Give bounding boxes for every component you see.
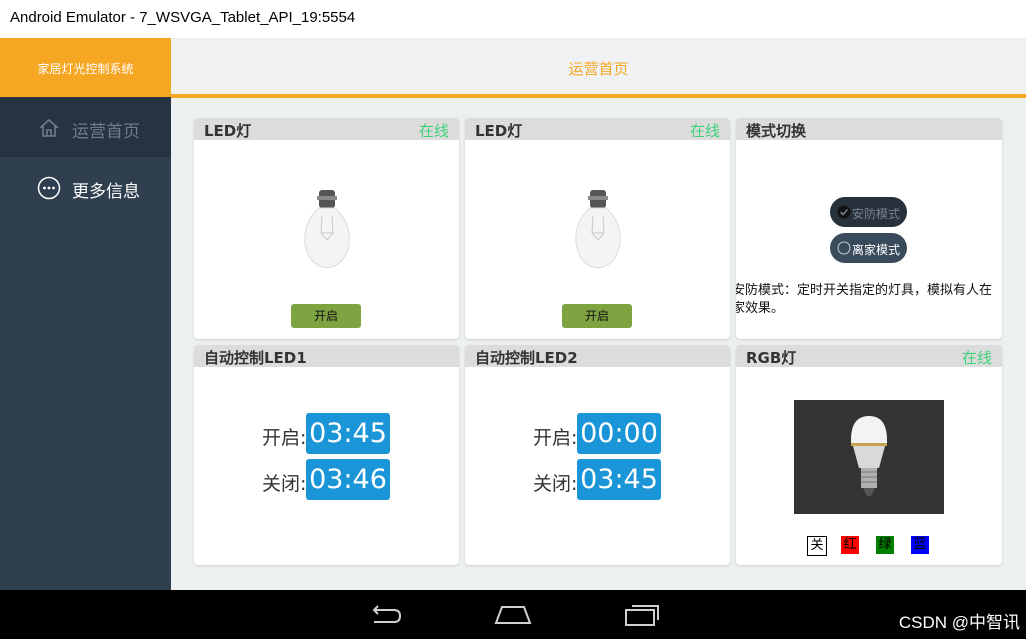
on-time-value[interactable]: 00:00 <box>577 413 661 454</box>
card-title: 模式切换 <box>746 122 807 140</box>
card-header: 自动控制LED2 <box>465 345 730 367</box>
sidebar-item-more[interactable]: 更多信息 <box>0 157 171 217</box>
sidebar: 运营首页 更多信息 <box>0 97 171 590</box>
mode-card: 模式切换 安防模式 离家模式 安防模式：定时开关指定的灯具，模拟有人在家效果。 <box>736 118 1002 339</box>
off-time-value[interactable]: 03:45 <box>577 459 661 500</box>
security-mode-option[interactable]: 安防模式 <box>830 197 907 227</box>
card-header: 模式切换 <box>736 118 1002 140</box>
back-icon[interactable] <box>368 604 402 626</box>
rgb-card: RGB灯 在线 <box>736 345 1002 565</box>
page-title: 运营首页 <box>568 60 629 78</box>
on-time-label: 开启: <box>262 427 307 449</box>
app-header: 运营首页 <box>171 38 1026 94</box>
on-time-value[interactable]: 03:45 <box>306 413 390 454</box>
home-icon <box>39 118 59 137</box>
sidebar-item-label: 运营首页 <box>72 122 140 142</box>
card-title: LED灯 <box>475 122 523 140</box>
rgb-bulb-image <box>794 400 944 514</box>
rgb-green-button[interactable]: 绿 <box>876 536 894 554</box>
led-card-1: LED灯 在线 开启 <box>194 118 459 339</box>
window-title: Android Emulator - 7_WSVGA_Tablet_API_19… <box>10 9 356 26</box>
card-header: LED灯 在线 <box>194 118 459 140</box>
mode-description: 安防模式：定时开关指定的灯具，模拟有人在家效果。 <box>736 283 993 316</box>
away-mode-option[interactable]: 离家模式 <box>830 233 907 263</box>
off-time-label: 关闭: <box>262 473 307 495</box>
away-mode-label: 离家模式 <box>852 243 901 257</box>
led2-on-button[interactable]: 开启 <box>562 304 632 328</box>
card-header: 自动控制LED1 <box>194 345 459 367</box>
card-title: LED灯 <box>204 122 252 140</box>
rgb-red-button[interactable]: 红 <box>841 536 859 554</box>
bulb-icon <box>851 416 887 496</box>
auto-led2-card: 自动控制LED2 开启: 00:00 关闭: 03:45 <box>465 345 730 565</box>
sidebar-item-label: 更多信息 <box>72 182 140 202</box>
check-circle-icon <box>837 205 851 219</box>
home-nav-icon[interactable] <box>494 603 532 625</box>
status-badge: 在线 <box>689 122 720 140</box>
card-title: 自动控制LED2 <box>475 349 578 367</box>
card-title: RGB灯 <box>746 349 797 367</box>
watermark: CSDN @中智讯 <box>898 613 1020 632</box>
auto-led1-card: 自动控制LED1 开启: 03:45 关闭: 03:46 <box>194 345 459 565</box>
sidebar-item-home[interactable]: 运营首页 <box>0 97 171 157</box>
bulb-off-icon <box>575 190 621 269</box>
android-nav-bar: CSDN @中智讯 <box>0 590 1026 639</box>
card-title: 自动控制LED1 <box>204 349 307 367</box>
rgb-blue-button[interactable]: 蓝 <box>911 536 929 554</box>
card-header: LED灯 在线 <box>465 118 730 140</box>
status-badge: 在线 <box>418 122 449 140</box>
brand-label: 家居灯光控制系统 <box>37 62 134 76</box>
rgb-off-button[interactable]: 关 <box>807 536 827 556</box>
status-badge: 在线 <box>961 349 992 367</box>
on-time-label: 开启: <box>533 427 578 449</box>
led-card-2: LED灯 在线 开启 <box>465 118 730 339</box>
app-brand: 家居灯光控制系统 <box>0 38 171 97</box>
card-header: RGB灯 在线 <box>736 345 1002 367</box>
recent-apps-icon[interactable] <box>624 602 660 628</box>
off-time-value[interactable]: 03:46 <box>306 459 390 500</box>
led1-on-button[interactable]: 开启 <box>291 304 361 328</box>
radio-circle-icon <box>837 241 851 255</box>
security-mode-label: 安防模式 <box>852 207 901 221</box>
more-icon <box>37 176 61 200</box>
bulb-off-icon <box>304 190 350 269</box>
off-time-label: 关闭: <box>533 473 578 495</box>
window-titlebar: Android Emulator - 7_WSVGA_Tablet_API_19… <box>0 0 1026 38</box>
